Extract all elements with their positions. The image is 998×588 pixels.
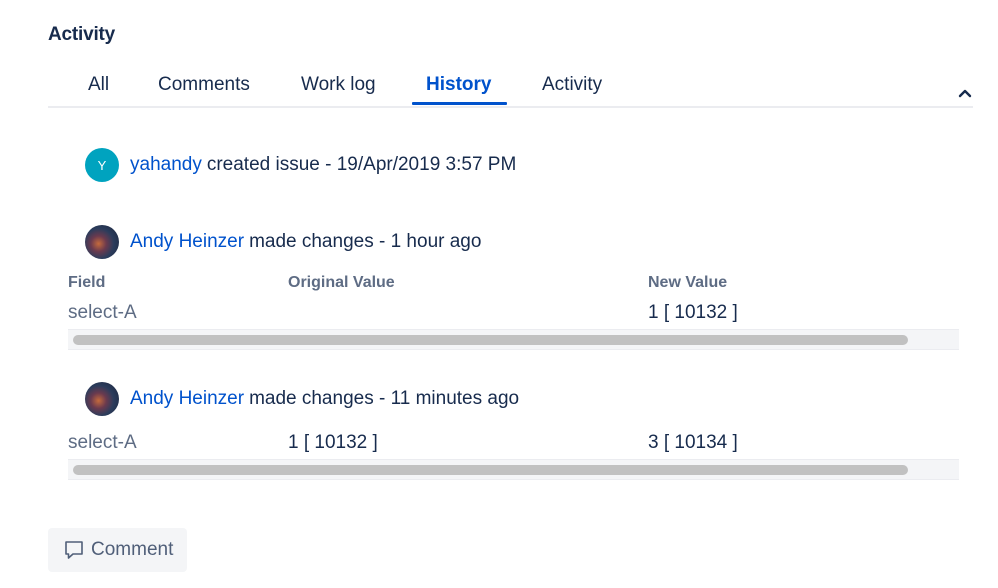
history-table: select-A 1 [ 10132 ] 3 [ 10134 ] — [68, 432, 959, 482]
avatar[interactable]: Y — [85, 148, 119, 182]
tab-activity[interactable]: Activity — [542, 74, 602, 96]
active-tab-indicator — [412, 102, 507, 105]
scrollbar-thumb[interactable] — [73, 335, 908, 345]
history-entry: Andy Heinzer made changes - 1 hour ago — [85, 225, 481, 259]
history-entry: Andy Heinzer made changes - 11 minutes a… — [85, 382, 519, 416]
chevron-up-icon[interactable] — [957, 86, 973, 100]
activity-tabs: All Comments Work log History Activity — [48, 66, 973, 108]
column-header-new: New Value — [648, 274, 728, 291]
cell-field: select-A — [68, 432, 137, 453]
entry-action: created issue - 19/Apr/2019 3:57 PM — [206, 154, 517, 175]
horizontal-scrollbar[interactable] — [68, 330, 959, 350]
user-link[interactable]: yahandy — [130, 154, 202, 176]
comment-button-label: Comment — [91, 539, 174, 560]
history-entry: Y yahandy created issue - 19/Apr/2019 3:… — [85, 148, 516, 182]
activity-section-title: Activity — [48, 24, 116, 45]
avatar[interactable] — [85, 225, 119, 259]
tab-comments[interactable]: Comments — [158, 74, 250, 96]
comment-icon — [65, 541, 83, 559]
cell-new-value: 1 [ 10132 ] — [648, 302, 738, 323]
column-header-field: Field — [68, 274, 106, 291]
scrollbar-thumb[interactable] — [73, 465, 908, 475]
cell-new-value: 3 [ 10134 ] — [648, 432, 738, 453]
horizontal-scrollbar[interactable] — [68, 460, 959, 480]
entry-action: made changes - 11 minutes ago — [249, 388, 520, 409]
comment-button[interactable]: Comment — [48, 528, 187, 572]
avatar[interactable] — [85, 382, 119, 416]
user-link[interactable]: Andy Heinzer — [130, 231, 244, 253]
tab-all[interactable]: All — [88, 74, 109, 96]
cell-original-value: 1 [ 10132 ] — [288, 432, 378, 453]
entry-action: made changes - 1 hour ago — [249, 231, 482, 252]
user-link[interactable]: Andy Heinzer — [130, 388, 244, 410]
tab-history[interactable]: History — [426, 74, 491, 96]
cell-field: select-A — [68, 302, 137, 323]
tab-work-log[interactable]: Work log — [301, 74, 376, 96]
history-table: Field Original Value New Value select-A … — [68, 272, 959, 352]
column-header-original: Original Value — [288, 274, 395, 291]
